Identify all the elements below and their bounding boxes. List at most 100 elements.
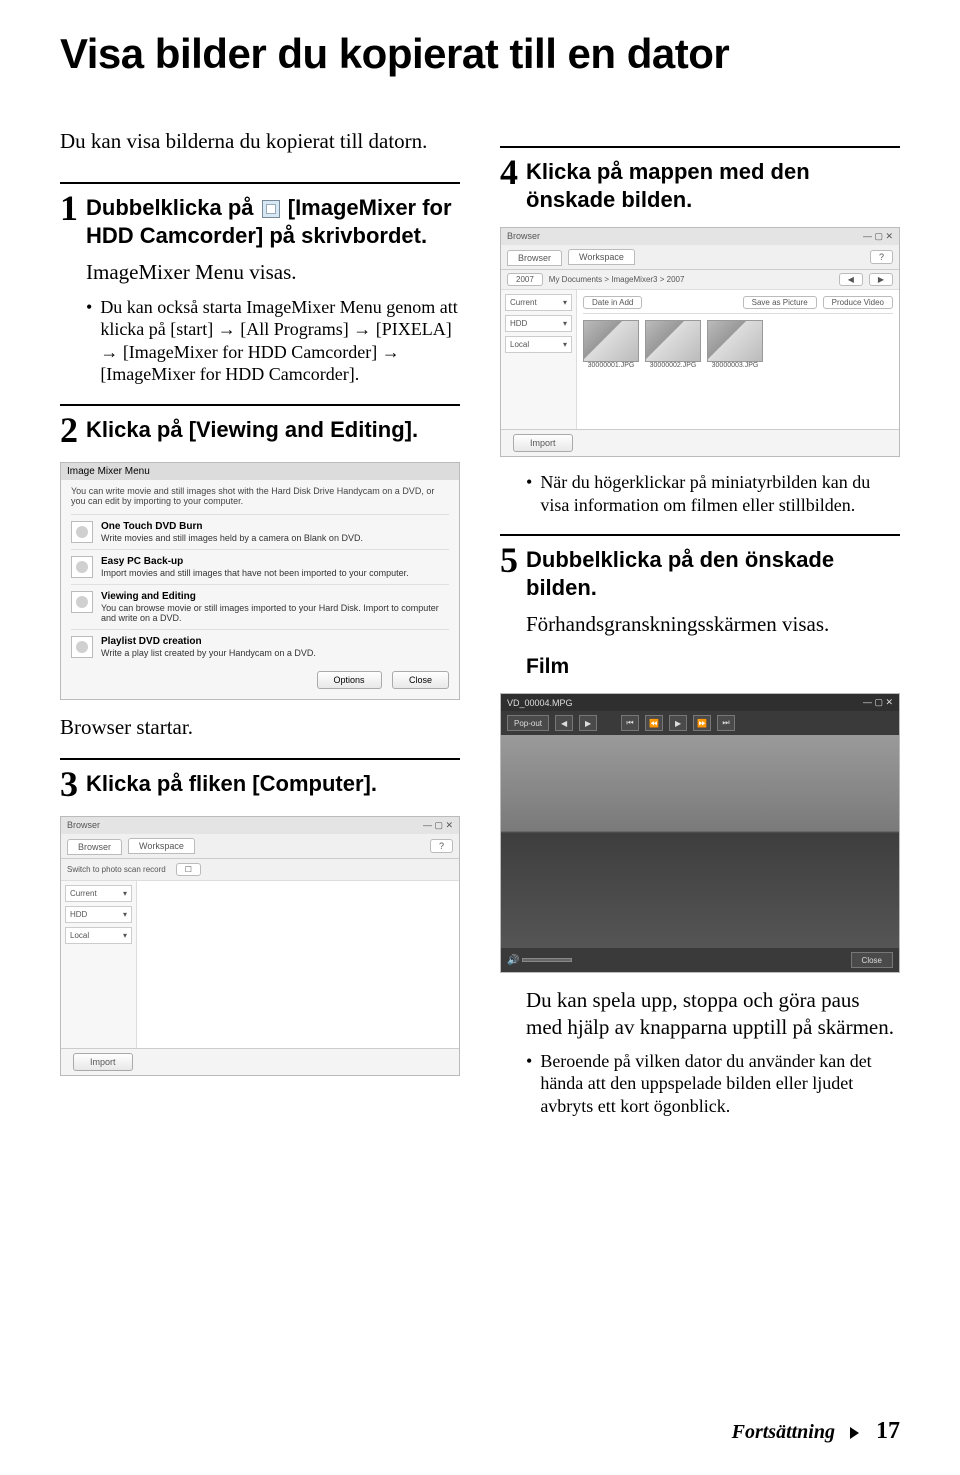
menu-item-label: One Touch DVD Burn — [101, 521, 363, 532]
thumbnail[interactable]: 30000002.JPG — [645, 320, 701, 369]
dvd-burn-icon — [71, 521, 93, 543]
sidebar-item-hdd[interactable]: HDD▾ — [505, 315, 572, 332]
step-1-sub: ImageMixer Menu visas. — [86, 259, 460, 285]
menu-item-playlist-dvd[interactable]: Playlist DVD creationWrite a play list c… — [71, 629, 449, 664]
help-icon[interactable]: ? — [870, 250, 893, 264]
toolbar-checkbox[interactable]: ☐ — [176, 863, 201, 876]
volume-slider[interactable] — [522, 958, 572, 962]
play-button[interactable]: ▶ — [669, 715, 687, 731]
close-button[interactable]: Close — [392, 671, 449, 689]
figure-imagemixer-menu: Image Mixer Menu You can write movie and… — [60, 462, 460, 700]
page-footer: Fortsättning 17 — [732, 1418, 900, 1445]
browser-titlebar: Browser — ▢ ✕ — [501, 228, 899, 245]
page-number: 17 — [876, 1418, 900, 1444]
tab-workspace[interactable]: Workspace — [568, 249, 635, 265]
sidebar-item-current[interactable]: Current▾ — [505, 294, 572, 311]
import-button[interactable]: Import — [513, 434, 573, 452]
nav-button[interactable]: ◀ — [839, 273, 863, 286]
help-icon[interactable]: ? — [430, 839, 453, 853]
step-3-heading: 3 Klicka på fliken [Computer]. — [60, 770, 460, 802]
step-5-sub2: Du kan spela upp, stoppa och göra paus m… — [526, 987, 900, 1040]
toolbar-text: Switch to photo scan record — [67, 865, 166, 874]
menu-item-viewing-editing[interactable]: Viewing and EditingYou can browse movie … — [71, 584, 449, 629]
bullet-dot-icon: • — [526, 471, 532, 516]
sidebar-item-hdd[interactable]: HDD▾ — [65, 906, 132, 923]
menu-item-desc: Import movies and still images that have… — [101, 568, 409, 578]
menu-item-desc: Write movies and still images held by a … — [101, 533, 363, 543]
video-title: VD_00004.MPG — [507, 698, 573, 708]
step-4-bullet: • När du högerklickar på miniatyrbilden … — [526, 471, 900, 516]
menu-item-desc: Write a play list created by your Handyc… — [101, 648, 316, 658]
step-separator — [60, 758, 460, 760]
forward-button[interactable]: ⏩ — [693, 715, 711, 731]
sidebar-item-local[interactable]: Local▾ — [65, 927, 132, 944]
tab-browser[interactable]: Browser — [67, 839, 122, 855]
thumbnail-label: 30000002.JPG — [650, 362, 697, 369]
rewind-button[interactable]: ⏪ — [645, 715, 663, 731]
tab-workspace[interactable]: Workspace — [128, 838, 195, 854]
figure-video-player: VD_00004.MPG — ▢ ✕ Pop-out ◀ ▶ ⏮ ⏪ ▶ ⏩ ⏭… — [500, 693, 900, 973]
step-5-heading: 5 Dubbelklicka på den önskade bilden. — [500, 546, 900, 601]
menu-item-backup[interactable]: Easy PC Back-upImport movies and still i… — [71, 549, 449, 584]
step-5-bullet-text: Beroende på vilken dator du använder kan… — [540, 1050, 900, 1118]
chevron-down-icon: ▾ — [563, 298, 567, 307]
date-selector[interactable]: 2007 — [507, 273, 543, 286]
imagemixer-desktop-icon — [262, 200, 280, 218]
chevron-down-icon: ▾ — [563, 340, 567, 349]
next-button[interactable]: ▶ — [579, 715, 597, 731]
browser-starts-text: Browser startar. — [60, 714, 460, 740]
playlist-icon — [71, 636, 93, 658]
window-title: Browser — [67, 820, 100, 831]
figure-browser-computer-tab: Browser — ▢ ✕ Browser Workspace ? Switch… — [60, 816, 460, 1076]
right-column: 4 Klicka på mappen med den önskade bilde… — [500, 128, 900, 1117]
step-1-bullet-text: Du kan också starta ImageMixer Menu geno… — [100, 296, 460, 386]
browser-sidebar: Current▾ HDD▾ Local▾ — [61, 881, 137, 1048]
fig-menu-titlebar: Image Mixer Menu — [61, 463, 459, 480]
sidebar-item-local[interactable]: Local▾ — [505, 336, 572, 353]
tab-browser[interactable]: Browser — [507, 250, 562, 266]
menu-item-desc: You can browse movie or still images imp… — [101, 603, 439, 623]
browser-main-pane — [137, 881, 459, 1048]
menu-item-dvd-burn[interactable]: One Touch DVD BurnWrite movies and still… — [71, 514, 449, 549]
skip-fwd-button[interactable]: ⏭ — [717, 715, 735, 731]
continuation-arrow-icon — [850, 1427, 859, 1439]
save-picture-button[interactable]: Save as Picture — [743, 296, 817, 309]
viewing-icon — [71, 591, 93, 613]
sidebar-item-current[interactable]: Current▾ — [65, 885, 132, 902]
left-column: Du kan visa bilderna du kopierat till da… — [60, 128, 460, 1117]
browser-titlebar: Browser — ▢ ✕ — [61, 817, 459, 834]
thumbnail-label: 30000001.JPG — [588, 362, 635, 369]
thumbnail[interactable]: 30000003.JPG — [707, 320, 763, 369]
step-3-number: 3 — [60, 766, 78, 802]
options-button[interactable]: Options — [317, 671, 382, 689]
step-5-bullet: • Beroende på vilken dator du använder k… — [526, 1050, 900, 1118]
thumbnail[interactable]: 30000001.JPG — [583, 320, 639, 369]
browser-toolbar: Browser Workspace ? — [61, 834, 459, 859]
step-1-heading: 1 Dubbelklicka på [ImageMixer for HDD Ca… — [60, 194, 460, 249]
window-controls: — ▢ ✕ — [863, 231, 893, 242]
step-1-bullet: • Du kan också starta ImageMixer Menu ge… — [86, 296, 460, 386]
window-controls: — ▢ ✕ — [423, 820, 453, 831]
menu-item-label: Viewing and Editing — [101, 591, 449, 602]
step-4-bullet-text: När du högerklickar på miniatyrbilden ka… — [540, 471, 900, 516]
video-close-button[interactable]: Close — [851, 952, 893, 968]
popout-button[interactable]: Pop-out — [507, 715, 549, 731]
step-4-heading: 4 Klicka på mappen med den önskade bilde… — [500, 158, 900, 213]
date-add-button[interactable]: Date in Add — [583, 296, 642, 309]
skip-back-button[interactable]: ⏮ — [621, 715, 639, 731]
volume-icon[interactable]: 🔊 — [507, 955, 519, 966]
video-window-controls: — ▢ ✕ — [863, 697, 893, 708]
import-button[interactable]: Import — [73, 1053, 133, 1071]
produce-video-button[interactable]: Produce Video — [823, 296, 893, 309]
menu-item-label: Easy PC Back-up — [101, 556, 409, 567]
step-3-text: Klicka på fliken [Computer]. — [86, 770, 377, 798]
chevron-down-icon: ▾ — [123, 889, 127, 898]
prev-button[interactable]: ◀ — [555, 715, 573, 731]
step-separator — [500, 534, 900, 536]
figure-browser-thumbnails: Browser — ▢ ✕ Browser Workspace ? 2007 M… — [500, 227, 900, 457]
chevron-down-icon: ▾ — [123, 910, 127, 919]
page-title: Visa bilder du kopierat till en dator — [60, 30, 900, 78]
film-label: Film — [526, 655, 900, 679]
nav-button[interactable]: ▶ — [869, 273, 893, 286]
intro-text: Du kan visa bilderna du kopierat till da… — [60, 128, 460, 154]
